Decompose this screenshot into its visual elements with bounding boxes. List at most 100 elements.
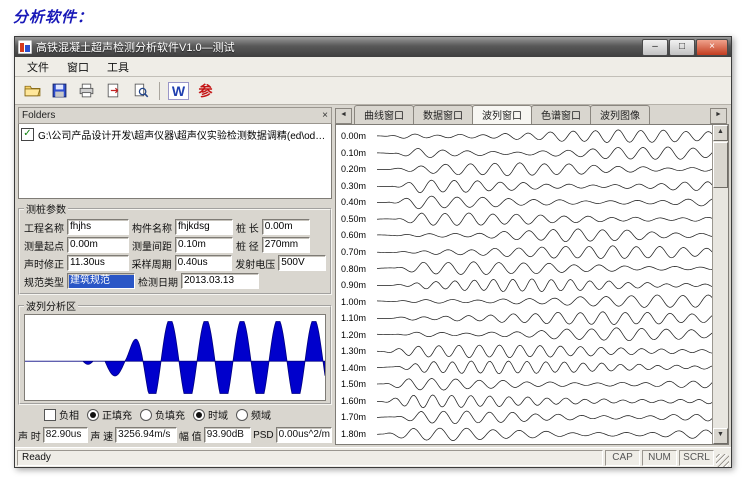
maximize-button[interactable]: □ — [669, 39, 695, 56]
sound-speed-value[interactable]: 3256.94m/s — [115, 427, 177, 443]
time-domain-control[interactable]: 时域 — [193, 407, 228, 422]
status-num: NUM — [642, 450, 677, 466]
status-message: Ready — [17, 450, 603, 466]
wavetrain-row: 0.10m — [336, 145, 712, 162]
fill-positive-label: 正填充 — [102, 407, 132, 422]
time-domain-label: 时域 — [208, 407, 228, 422]
tree-item-checkbox[interactable]: ✓ — [21, 128, 34, 141]
wavetrain-waveform — [377, 343, 728, 360]
tab-curve-window[interactable]: 曲线窗口 — [354, 105, 414, 124]
save-floppy-icon — [51, 82, 68, 99]
wavetrain-row: 1.20m — [336, 326, 712, 343]
menubar: 文件 窗口 工具 — [15, 57, 731, 77]
print-button[interactable] — [74, 79, 99, 102]
open-folder-icon — [24, 82, 41, 99]
depth-label: 0.70m — [336, 247, 377, 257]
wavetrain-waveform — [377, 194, 728, 211]
scroll-thumb[interactable] — [713, 142, 728, 188]
open-button[interactable] — [20, 79, 45, 102]
psd-label: PSD — [253, 430, 274, 441]
freq-domain-control[interactable]: 频域 — [236, 407, 271, 422]
param-standard-type[interactable]: 建筑规范 — [67, 273, 135, 289]
fill-negative-control[interactable]: 负填充 — [140, 407, 185, 422]
vertical-scrollbar[interactable]: ▲ ▼ — [712, 125, 728, 444]
param-sample-period[interactable]: 0.40us — [175, 255, 233, 271]
tab-wavetrain-image[interactable]: 波列图像 — [590, 105, 650, 124]
tab-wavetrain-window[interactable]: 波列窗口 — [472, 105, 532, 124]
wavetrain-waveform — [377, 326, 728, 343]
freq-domain-radio[interactable] — [236, 409, 248, 421]
parameters-icon: 参 — [199, 83, 213, 99]
tree-item-label[interactable]: G:\公司产品设计开发\超声仪器\超声仪实验检测数据调精(ed\od03\od0… — [38, 127, 329, 142]
scroll-down-icon[interactable]: ▼ — [713, 428, 728, 444]
depth-label: 1.40m — [336, 363, 377, 373]
export-button[interactable] — [101, 79, 126, 102]
preview-button[interactable] — [128, 79, 153, 102]
tab-scroll-right-icon[interactable]: ► — [710, 108, 727, 124]
param-pile-length[interactable]: 0.00m — [262, 219, 310, 235]
folders-header[interactable]: Folders × — [18, 107, 332, 124]
param-test-date[interactable]: 2013.03.13 — [181, 273, 259, 289]
depth-label: 1.30m — [336, 346, 377, 356]
status-cap: CAP — [605, 450, 640, 466]
param-component-name[interactable]: fhjkdsg — [175, 219, 233, 235]
fill-positive-radio[interactable] — [87, 409, 99, 421]
print-preview-icon — [132, 82, 149, 99]
titlebar[interactable]: 高铁混凝土超声检测分析软件V1.0—测试 – □ × — [15, 37, 731, 57]
psd-value[interactable]: 0.00us^2/m — [276, 427, 332, 443]
param-voltage[interactable]: 500V — [278, 255, 326, 271]
right-panel: ◄ 曲线窗口 数据窗口 波列窗口 色谱窗口 波列图像 ► 0.00m — [335, 105, 731, 447]
neg-phase-checkbox[interactable] — [44, 409, 56, 421]
param-pile-diameter[interactable]: 270mm — [262, 237, 310, 253]
fill-positive-control[interactable]: 正填充 — [87, 407, 132, 422]
wavetrain-row: 0.20m — [336, 161, 712, 178]
export-page-icon — [105, 82, 122, 99]
param-label-standard-type: 规范类型 — [24, 274, 64, 289]
time-domain-radio[interactable] — [193, 409, 205, 421]
tab-spectrum-window[interactable]: 色谱窗口 — [531, 105, 591, 124]
menu-window[interactable]: 窗口 — [59, 57, 97, 77]
word-export-button[interactable]: W — [166, 79, 191, 102]
fill-negative-radio[interactable] — [140, 409, 152, 421]
tree-item[interactable]: ✓ G:\公司产品设计开发\超声仪器\超声仪实验检测数据调精(ed\od03\o… — [21, 127, 329, 142]
wavetrain-waveform — [377, 426, 728, 443]
main-area: Folders × ✓ G:\公司产品设计开发\超声仪器\超声仪实验检测数据调精… — [15, 105, 731, 447]
wavetrain-row: 1.30m — [336, 343, 712, 360]
param-label-start-point: 测量起点 — [24, 238, 64, 253]
resize-grip[interactable] — [716, 454, 729, 467]
parameters-button[interactable]: 参 — [193, 79, 218, 102]
amplitude-value[interactable]: 93.90dB — [204, 427, 251, 443]
app-icon — [18, 40, 32, 54]
printer-icon — [78, 82, 95, 99]
close-button[interactable]: × — [696, 39, 728, 56]
neg-phase-control[interactable]: 负相 — [44, 407, 79, 422]
folders-title: Folders — [22, 110, 55, 121]
wavetrain-waveform — [377, 244, 728, 261]
window-controls: – □ × — [642, 39, 728, 56]
sound-time-value[interactable]: 82.90us — [43, 427, 89, 443]
param-measure-spacing[interactable]: 0.10m — [175, 237, 233, 253]
save-button[interactable] — [47, 79, 72, 102]
param-label-project: 工程名称 — [24, 220, 64, 235]
scroll-track[interactable] — [713, 189, 728, 428]
depth-label: 0.10m — [336, 148, 377, 158]
menu-tools[interactable]: 工具 — [99, 57, 137, 77]
param-label-time-correction: 声时修正 — [24, 256, 64, 271]
wavetrain-waveform — [377, 310, 728, 327]
tab-scroll-left-icon[interactable]: ◄ — [335, 108, 352, 124]
menu-file[interactable]: 文件 — [19, 57, 57, 77]
folders-close-icon[interactable]: × — [322, 111, 328, 121]
depth-label: 1.50m — [336, 379, 377, 389]
minimize-button[interactable]: – — [642, 39, 668, 56]
neg-phase-label: 负相 — [59, 407, 79, 422]
window-title: 高铁混凝土超声检测分析软件V1.0—测试 — [36, 39, 638, 55]
depth-label: 0.50m — [336, 214, 377, 224]
param-time-correction[interactable]: 11.30us — [67, 255, 129, 271]
param-start-point[interactable]: 0.00m — [67, 237, 129, 253]
wavetrain-waveform — [377, 293, 728, 310]
tab-data-window[interactable]: 数据窗口 — [413, 105, 473, 124]
toolbar-separator — [159, 82, 160, 100]
param-label-sample-period: 采样周期 — [132, 256, 172, 271]
scroll-up-icon[interactable]: ▲ — [713, 125, 728, 141]
param-project-name[interactable]: fhjhs — [67, 219, 129, 235]
